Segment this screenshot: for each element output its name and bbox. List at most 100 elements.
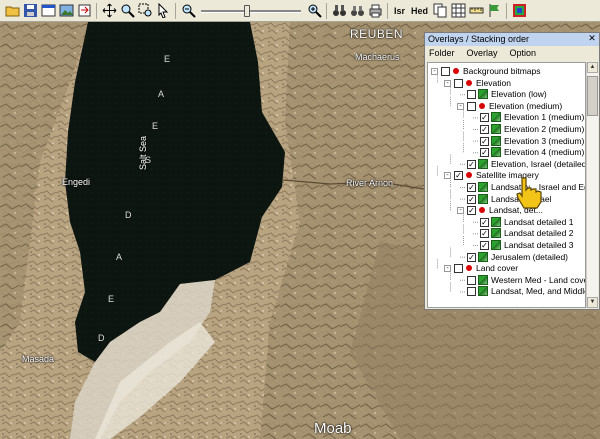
ruler-button[interactable]: [468, 3, 484, 19]
close-icon[interactable]: ✕: [587, 34, 597, 44]
toolbar-separator: [506, 2, 508, 19]
tree-item[interactable]: ✓ Elevation 4 (medium): [428, 147, 585, 158]
copy-icon: [433, 3, 447, 18]
dead-sea-letter: A: [158, 89, 165, 99]
map-layer-icon: [491, 228, 501, 239]
tree-item-label: Elevation 4 (medium): [504, 147, 585, 158]
zoom-out-button[interactable]: [180, 3, 196, 19]
tree-item[interactable]: - Land cover: [428, 263, 585, 274]
overlay-checkbox[interactable]: [454, 264, 463, 274]
binoculars-icon: [332, 5, 346, 16]
scroll-down-icon[interactable]: ▼: [587, 297, 598, 308]
tree-item[interactable]: - ✓ Landsat, det...: [428, 205, 585, 216]
grid-button[interactable]: [450, 3, 466, 19]
tree-item-label: Landsat detailed 3: [504, 240, 574, 250]
move-button[interactable]: [101, 3, 117, 19]
collapse-icon[interactable]: -: [431, 68, 438, 75]
panel-title-bar[interactable]: Overlays / Stacking order ✕: [425, 33, 599, 46]
map-layer-icon: [491, 240, 501, 250]
hed-button[interactable]: Hed: [409, 3, 430, 19]
flag-button[interactable]: [486, 3, 502, 19]
tree-item-label: Elevation (medium): [489, 100, 563, 111]
overlay-checkbox[interactable]: [441, 67, 450, 76]
map-layer-icon: [491, 216, 501, 227]
tree-item[interactable]: ✓ Landsat w... Israel and Eg: [428, 182, 585, 193]
overlay-checkbox[interactable]: [467, 287, 476, 297]
folder-dot-icon: [479, 207, 485, 214]
tree-item[interactable]: ✓ Elevation, Israel (detailed): [428, 158, 585, 170]
collapse-icon[interactable]: -: [444, 265, 451, 273]
overlay-checkbox[interactable]: ✓: [480, 113, 489, 123]
print-icon: [369, 4, 381, 18]
panel-menu-bar: Folder Overlay Option: [425, 46, 599, 60]
menu-overlay[interactable]: Overlay: [467, 46, 498, 60]
overlay-checkbox[interactable]: ✓: [454, 171, 463, 181]
tree-item-label: Landsat, Med, and Middle E: [491, 286, 585, 297]
overlay-checkbox[interactable]: ✓: [467, 194, 476, 204]
zoom-slider-thumb[interactable]: [244, 4, 250, 17]
select-arrow-button[interactable]: [155, 3, 171, 19]
map-layer-icon: [491, 124, 501, 134]
tree-item[interactable]: - Elevation (medium): [428, 100, 585, 112]
open-folder-button[interactable]: [4, 3, 20, 19]
collapse-icon[interactable]: -: [444, 172, 451, 180]
map-label-moab: Moab: [314, 420, 352, 437]
overlay-checkbox[interactable]: ✓: [480, 229, 489, 239]
overlay-checkbox[interactable]: ✓: [480, 125, 489, 134]
tree-scrollbar[interactable]: ▲ ▼: [586, 62, 598, 308]
overlay-checkbox[interactable]: ✓: [480, 241, 489, 250]
overlay-checkbox[interactable]: [467, 90, 476, 100]
tree-item[interactable]: ✓ Jerusalem (detailed): [428, 251, 585, 263]
overlay-checkbox[interactable]: [454, 78, 463, 88]
window-button[interactable]: [40, 3, 56, 19]
flag-icon: [489, 4, 499, 17]
image-button[interactable]: [58, 3, 74, 19]
layers-button[interactable]: [511, 3, 527, 19]
overlay-checkbox[interactable]: ✓: [467, 159, 476, 169]
tree-item[interactable]: Western Med - Land cover: [428, 274, 585, 286]
tree-item[interactable]: - Background bitmaps: [428, 66, 585, 77]
overlay-checkbox[interactable]: [467, 101, 476, 111]
scroll-thumb[interactable]: [587, 76, 598, 116]
print-button[interactable]: [367, 3, 383, 19]
tree-item[interactable]: ✓Landsat... Israel: [428, 193, 585, 205]
scroll-up-icon[interactable]: ▲: [587, 62, 598, 73]
overlay-checkbox[interactable]: ✓: [467, 183, 476, 192]
overlay-checkbox[interactable]: ✓: [467, 252, 476, 262]
tree-item[interactable]: ✓ Elevation 2 (medium): [428, 124, 585, 135]
zoom-area-button[interactable]: [137, 3, 153, 19]
collapse-icon[interactable]: -: [457, 207, 464, 215]
zoom-button[interactable]: [119, 3, 135, 19]
export-button[interactable]: [76, 3, 92, 19]
tree-item[interactable]: - Elevation: [428, 78, 585, 89]
tree-item[interactable]: ✓ Landsat detailed 1: [428, 216, 585, 228]
tree-item[interactable]: ✓ Elevation 3 (medium): [428, 135, 585, 147]
menu-option[interactable]: Option: [510, 46, 537, 60]
tree-item[interactable]: ✓ Landsat detailed 2: [428, 228, 585, 239]
map-label-engedi: Engedi: [62, 177, 91, 187]
zoom-slider[interactable]: [201, 3, 301, 19]
zoom-in-button[interactable]: [306, 3, 322, 19]
tree-item[interactable]: ✓ Elevation 1 (medium): [428, 112, 585, 123]
zoom-icon: [121, 4, 135, 18]
isr-button[interactable]: Isr: [392, 3, 407, 19]
overlay-checkbox[interactable]: ✓: [467, 206, 476, 216]
toolbar-separator: [326, 2, 327, 19]
copy-button[interactable]: [432, 3, 448, 19]
tree-item-label: Jerusalem (detailed): [491, 251, 569, 262]
binoculars-button[interactable]: [331, 3, 347, 19]
binoculars-alt-button[interactable]: [349, 3, 365, 19]
tree-item[interactable]: Elevation (low): [428, 89, 585, 100]
menu-folder[interactable]: Folder: [429, 46, 455, 60]
tree-item[interactable]: - ✓ Satellite imagery: [428, 170, 585, 181]
collapse-icon[interactable]: -: [444, 79, 451, 87]
overlay-checkbox[interactable]: ✓: [480, 148, 489, 158]
map-label-river-arnon: River Arnon: [346, 178, 394, 188]
collapse-icon[interactable]: -: [457, 102, 464, 110]
tree-item[interactable]: ✓ Landsat detailed 3: [428, 240, 585, 251]
tree-item[interactable]: Landsat, Med, and Middle E: [428, 286, 585, 297]
overlay-checkbox[interactable]: [467, 275, 476, 285]
overlay-checkbox[interactable]: ✓: [480, 136, 489, 146]
overlay-checkbox[interactable]: ✓: [480, 217, 489, 227]
save-button[interactable]: [22, 3, 38, 19]
